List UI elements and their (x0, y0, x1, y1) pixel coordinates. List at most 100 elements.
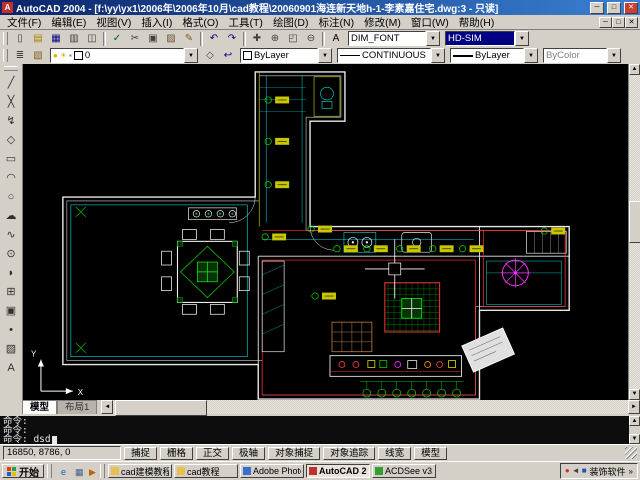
spline-button[interactable]: ∿ (1, 226, 21, 245)
print-button[interactable]: ▥ (65, 31, 83, 47)
task-button[interactable]: cad建模教程 (108, 464, 172, 478)
linetype-dropdown-arrow-icon[interactable]: ▼ (431, 48, 445, 63)
task-button[interactable]: Adobe Photo... (240, 464, 304, 478)
layer-combo-field[interactable]: ● ☀ ▪ 0 (50, 48, 184, 63)
linetype-combo-field[interactable]: CONTINUOUS (337, 48, 431, 63)
status-toggle-对象追踪[interactable]: 对象追踪 (323, 447, 375, 460)
polygon-button[interactable]: ◇ (1, 131, 21, 150)
match-properties-button[interactable]: ✎ (180, 31, 198, 47)
command-prompt-line[interactable]: 命令: dsd (3, 435, 626, 444)
start-button[interactable]: 开始 (2, 464, 44, 478)
scroll-left-icon[interactable]: ◄ (101, 400, 113, 414)
scroll-up-icon[interactable]: ▲ (629, 64, 640, 75)
task-button[interactable]: ACDSee v3.1... (372, 464, 436, 478)
text-style-field[interactable]: DIM_FONT (348, 31, 426, 46)
open-folder-button[interactable]: ▤ (29, 31, 47, 47)
text-style-button[interactable]: A (327, 31, 345, 47)
zoom-previous-button[interactable]: ⊖ (302, 31, 320, 47)
tray-antivirus-icon[interactable]: ● (565, 465, 570, 477)
lineweight-combo-field[interactable]: ByLayer (450, 48, 524, 63)
quicklaunch-media-icon[interactable]: ▶ (83, 464, 97, 478)
toolbar-grip[interactable] (3, 32, 8, 45)
vscroll-track[interactable] (629, 75, 640, 389)
linetype-combo[interactable]: CONTINUOUS ▼ (337, 48, 445, 63)
command-scroll-down-icon[interactable]: ▼ (629, 434, 640, 444)
color-combo-field[interactable]: ByLayer (240, 48, 318, 63)
status-toggle-模型[interactable]: 模型 (414, 447, 447, 460)
command-text[interactable]: 命令:命令: 命令: dsd (0, 416, 629, 444)
restore-button[interactable]: □ (607, 2, 621, 14)
tray-ime-icon[interactable]: ■ (582, 465, 587, 477)
lineweight-combo[interactable]: ByLayer ▼ (450, 48, 538, 63)
polyline-button[interactable]: ↯ (1, 112, 21, 131)
copy-button[interactable]: ▣ (144, 31, 162, 47)
zoom-window-button[interactable]: ◰ (284, 31, 302, 47)
spelling-button[interactable]: ✓ (108, 31, 126, 47)
color-combo[interactable]: ByLayer ▼ (240, 48, 332, 63)
drawing-area[interactable]: X Y (23, 64, 628, 400)
scroll-right-icon[interactable]: ► (628, 400, 640, 414)
layer-manager-button[interactable]: ≣ (11, 48, 29, 64)
menu-item-9[interactable]: 窗口(W) (406, 15, 454, 30)
tab-model[interactable]: 模型 (22, 400, 57, 414)
color-dropdown-arrow-icon[interactable]: ▼ (318, 48, 332, 63)
ellipse-button[interactable]: ⊙ (1, 245, 21, 264)
revision-cloud-button[interactable]: ☁ (1, 207, 21, 226)
menu-item-3[interactable]: 插入(I) (136, 15, 177, 30)
quicklaunch-ie-icon[interactable]: e (55, 464, 69, 478)
status-toggle-捕捉[interactable]: 捕捉 (124, 447, 157, 460)
ellipse-arc-button[interactable]: ◗ (1, 264, 21, 283)
save-button[interactable]: ▦ (47, 31, 65, 47)
construction-line-button[interactable]: ╳ (1, 93, 21, 112)
horizontal-scrollbar[interactable]: ◄ ► (101, 400, 640, 414)
quicklaunch-desktop-icon[interactable]: ▦ (69, 464, 83, 478)
circle-button[interactable]: ○ (1, 188, 21, 207)
plotstyle-combo[interactable]: ByColor ▼ (543, 48, 621, 63)
minimize-button[interactable]: ─ (590, 2, 604, 14)
status-toggle-栅格[interactable]: 栅格 (160, 447, 193, 460)
doc-restore-button[interactable]: □ (612, 17, 625, 28)
hscroll-track[interactable] (113, 400, 628, 414)
status-toggle-线宽[interactable]: 线宽 (378, 447, 411, 460)
doc-minimize-button[interactable]: ─ (599, 17, 612, 28)
point-button[interactable]: • (1, 321, 21, 340)
command-scrollbar[interactable]: ▲ ▼ (629, 416, 640, 444)
task-button[interactable]: AutoCAD 200... (306, 464, 370, 478)
vscroll-thumb[interactable] (629, 201, 640, 243)
plotstyle-combo-field[interactable]: ByColor (543, 48, 607, 63)
status-toggle-对象捕捉[interactable]: 对象捕捉 (268, 447, 320, 460)
make-block-button[interactable]: ▣ (1, 302, 21, 321)
menu-item-10[interactable]: 帮助(H) (454, 15, 500, 30)
doc-close-button[interactable]: ✕ (625, 17, 638, 28)
task-button[interactable]: cad教程 (174, 464, 238, 478)
insert-block-button[interactable]: ⊞ (1, 283, 21, 302)
rectangle-button[interactable]: ▭ (1, 150, 21, 169)
menu-item-6[interactable]: 绘图(D) (268, 15, 314, 30)
menu-item-4[interactable]: 格式(O) (177, 15, 223, 30)
status-toggle-极轴[interactable]: 极轴 (232, 447, 265, 460)
menu-item-7[interactable]: 标注(N) (314, 15, 360, 30)
menu-item-5[interactable]: 工具(T) (224, 15, 268, 30)
make-object-layer-button[interactable]: ◇ (201, 48, 219, 64)
zoom-realtime-button[interactable]: ⊕ (266, 31, 284, 47)
close-button[interactable]: ✕ (624, 2, 638, 14)
menu-item-0[interactable]: 文件(F) (2, 15, 46, 30)
hscroll-thumb[interactable] (115, 400, 207, 416)
layer-combo[interactable]: ● ☀ ▪ 0 ▼ (50, 48, 198, 63)
scroll-down-icon[interactable]: ▼ (629, 389, 640, 400)
tray-volume-icon[interactable]: ◄ (572, 465, 580, 477)
plotstyle-dropdown-arrow-icon[interactable]: ▼ (607, 48, 621, 63)
menu-item-2[interactable]: 视图(V) (91, 15, 136, 30)
menu-item-1[interactable]: 编辑(E) (46, 15, 91, 30)
resize-grip[interactable] (625, 447, 637, 459)
line-button[interactable]: ╱ (1, 74, 21, 93)
undo-button[interactable]: ↶ (205, 31, 223, 47)
floorplan-canvas[interactable]: X Y (23, 64, 628, 400)
tab-layout1[interactable]: 布局1 (57, 400, 97, 414)
layer-dropdown-arrow-icon[interactable]: ▼ (184, 48, 198, 63)
tray-chevron-icon[interactable]: » (629, 467, 633, 476)
status-toggle-正交[interactable]: 正交 (196, 447, 229, 460)
draw-toolbar-grip[interactable] (4, 66, 18, 71)
arc-button[interactable]: ◠ (1, 169, 21, 188)
menu-item-8[interactable]: 修改(M) (359, 15, 406, 30)
